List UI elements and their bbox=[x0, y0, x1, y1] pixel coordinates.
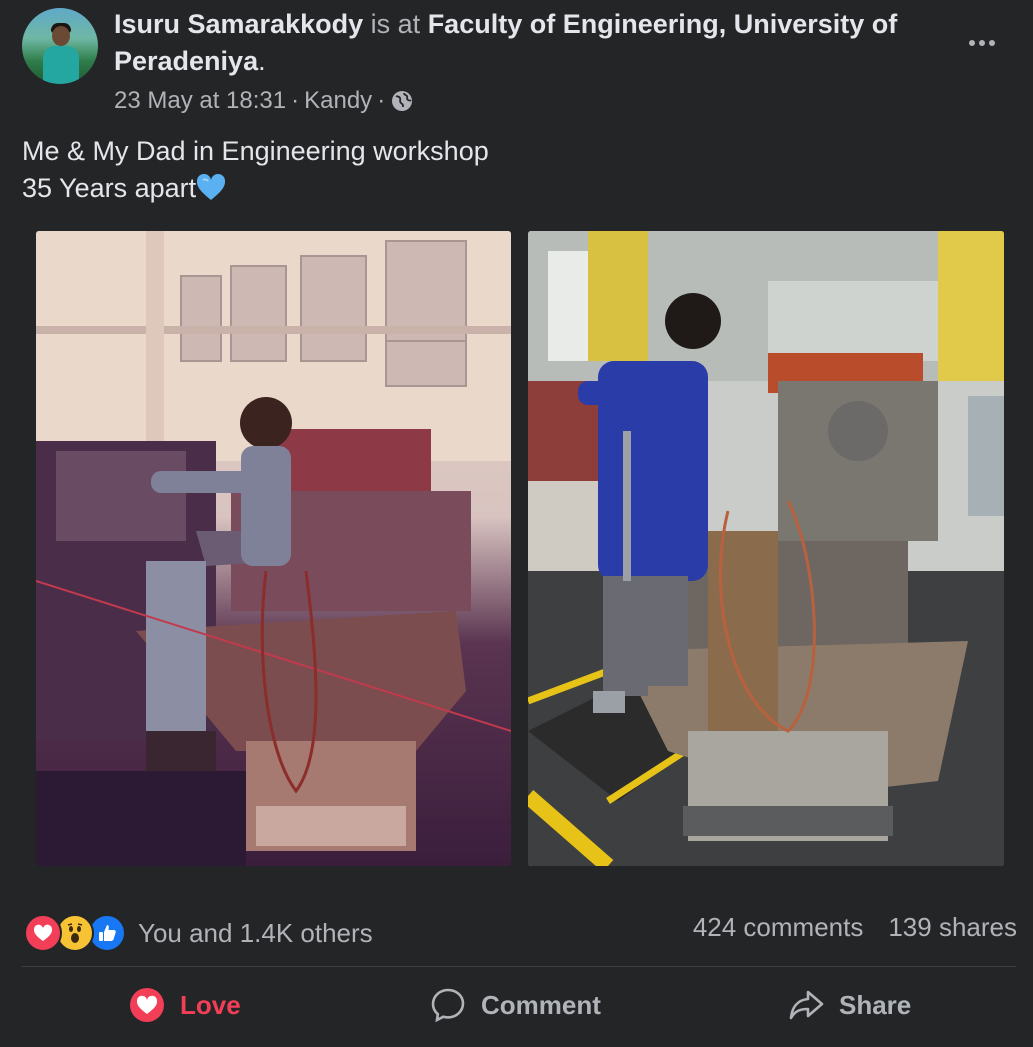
reactions-count[interactable]: You and 1.4K others bbox=[138, 918, 373, 949]
comment-icon bbox=[430, 987, 466, 1023]
photo-vintage-workshop[interactable] bbox=[36, 231, 511, 866]
header-connector: is at bbox=[370, 9, 421, 39]
share-icon bbox=[788, 987, 824, 1023]
caption-line-2: 35 Years apart bbox=[22, 173, 197, 203]
reactions-summary[interactable]: You and 1.4K others bbox=[24, 914, 373, 952]
engagement-counts: 424 comments 139 shares bbox=[693, 912, 1017, 943]
love-label: Love bbox=[180, 989, 241, 1020]
post-caption: Me & My Dad in Engineering workshop 35 Y… bbox=[22, 133, 489, 207]
love-reaction-icon bbox=[24, 914, 62, 952]
facebook-post: Isuru Samarakkody is at Faculty of Engin… bbox=[0, 0, 1033, 1047]
author-avatar[interactable] bbox=[22, 8, 98, 84]
love-button[interactable]: Love bbox=[129, 982, 241, 1028]
love-icon bbox=[129, 987, 165, 1023]
comment-label: Comment bbox=[481, 989, 601, 1020]
blue-heart-icon bbox=[196, 173, 226, 202]
caption-line-1: Me & My Dad in Engineering workshop bbox=[22, 136, 489, 166]
post-timestamp[interactable]: 23 May at 18:31 bbox=[114, 86, 286, 116]
comment-button[interactable]: Comment bbox=[430, 982, 601, 1028]
meta-separator-2: · bbox=[377, 87, 386, 114]
share-button[interactable]: Share bbox=[788, 982, 911, 1028]
photo-modern-workshop[interactable] bbox=[528, 231, 1004, 866]
post-location[interactable]: Kandy bbox=[304, 86, 372, 116]
post-meta: 23 May at 18:31 · Kandy · bbox=[114, 86, 413, 116]
meta-separator: · bbox=[291, 87, 300, 114]
post-header-title: Isuru Samarakkody is at Faculty of Engin… bbox=[114, 6, 934, 80]
more-options-icon[interactable] bbox=[960, 26, 1004, 60]
author-name[interactable]: Isuru Samarakkody bbox=[114, 9, 363, 39]
divider bbox=[22, 966, 1016, 967]
shares-count[interactable]: 139 shares bbox=[888, 912, 1017, 943]
share-label: Share bbox=[839, 989, 912, 1020]
header-period: . bbox=[258, 46, 266, 76]
globe-icon[interactable] bbox=[391, 90, 413, 112]
comments-count[interactable]: 424 comments bbox=[693, 912, 864, 943]
